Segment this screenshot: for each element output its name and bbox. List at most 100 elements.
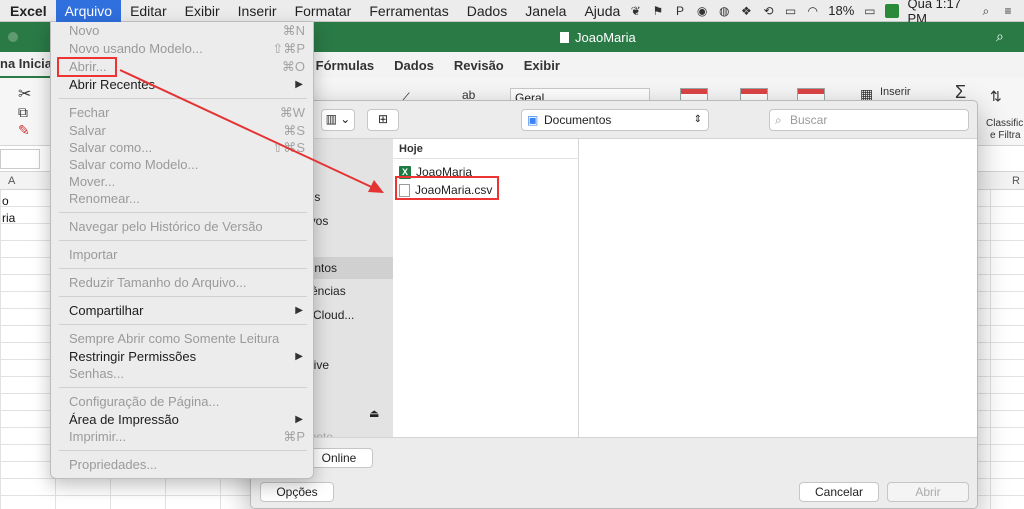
menu-item-label: Sempre Abrir como Somente Leitura	[69, 331, 280, 346]
menu-item-label: Navegar pelo Histórico de Versão	[69, 219, 263, 234]
insert-label[interactable]: Inserir	[880, 86, 911, 98]
menu-item-label: Salvar como Modelo...	[69, 157, 199, 172]
menu-item-fechar[interactable]: Fechar ⌘W	[51, 104, 315, 122]
menu-item-label: Restringir Permissões	[69, 349, 197, 364]
options-button[interactable]: Opções	[260, 482, 334, 502]
menu-separator	[59, 324, 307, 325]
format-painter-icon[interactable]: ✎	[18, 122, 30, 139]
menu-separator	[59, 98, 307, 99]
menu-item-mover[interactable]: Mover...	[51, 173, 315, 191]
open-button[interactable]: Abrir	[887, 482, 969, 502]
menu-item-salvar-modelo[interactable]: Salvar como Modelo...	[51, 156, 315, 174]
file-menu: Novo ⌘N Novo usando Modelo... ⇧⌘P Abrir...…	[50, 22, 314, 479]
creative-cloud-icon[interactable]: ◉	[696, 4, 709, 18]
shortcut: ⇧⌘S	[272, 140, 305, 155]
search-icon[interactable]: ⌕	[996, 28, 1014, 46]
menu-item-label: Novo usando Modelo...	[69, 41, 203, 56]
annotation-box-csv	[395, 176, 499, 200]
search-field-icon: ⌕	[775, 113, 782, 127]
menu-item-propriedades[interactable]: Propriedades...	[51, 456, 315, 474]
copy-icon[interactable]: ⧉	[18, 104, 28, 121]
tab-dados[interactable]: Dados	[384, 58, 444, 73]
battery-percent: 18%	[828, 3, 855, 18]
tab-revisao[interactable]: Revisão	[444, 58, 514, 73]
menu-item-novo-modelo[interactable]: Novo usando Modelo... ⇧⌘P	[51, 40, 315, 58]
menu-item-salvar-como[interactable]: Salvar como... ⇧⌘S	[51, 139, 315, 157]
menu-item-configuracao-pagina[interactable]: Configuração de Página...	[51, 393, 315, 411]
submenu-arrow-icon: ▶	[295, 351, 303, 362]
tab-formulas[interactable]: Fórmulas	[306, 58, 385, 73]
globe-icon[interactable]: ◍	[718, 4, 731, 18]
menu-separator	[59, 450, 307, 451]
close-window-icon[interactable]	[8, 32, 18, 42]
parking-icon[interactable]: P	[673, 4, 686, 18]
tab-exibir[interactable]: Exibir	[514, 58, 570, 73]
submenu-arrow-icon: ▶	[295, 414, 303, 425]
dialog-toolbar: ▥ ⌄ ⊞ Documentos ▣ ⇕ ⌕ Buscar	[251, 101, 977, 139]
cell-a1[interactable]: o	[2, 194, 9, 208]
wifi-icon[interactable]: ◠	[806, 4, 819, 18]
flag-brazil-icon[interactable]	[885, 3, 899, 18]
cancel-button[interactable]: Cancelar	[799, 482, 879, 502]
notification-center-icon[interactable]: ≡	[1001, 4, 1014, 18]
evernote-icon[interactable]: ❦	[629, 4, 642, 18]
eject-icon[interactable]: ⏏	[369, 407, 379, 420]
dropbox-icon[interactable]: ❖	[740, 4, 753, 18]
spotlight-icon[interactable]: ⌕	[979, 4, 992, 18]
menu-app-excel[interactable]: Excel	[0, 0, 56, 22]
menu-item-somente-leitura[interactable]: Sempre Abrir como Somente Leitura	[51, 330, 315, 348]
shortcut: ⇧⌘P	[272, 41, 305, 56]
menu-item-area-impressao[interactable]: Área de Impressão ▶	[51, 411, 315, 429]
menu-inserir[interactable]: Inserir	[229, 0, 286, 22]
file-group-header: Hoje	[393, 139, 579, 159]
menu-arquivo[interactable]: Arquivo	[55, 0, 122, 22]
menu-janela[interactable]: Janela	[516, 0, 575, 22]
airplay-icon[interactable]: ▭	[784, 4, 797, 18]
menu-item-historico[interactable]: Navegar pelo Histórico de Versão	[51, 218, 315, 236]
menu-item-label: Fechar	[69, 105, 110, 120]
name-box[interactable]	[0, 149, 40, 169]
menu-item-compartilhar[interactable]: Compartilhar ▶	[51, 302, 315, 320]
battery-icon[interactable]: ▭	[863, 4, 876, 18]
updown-chevron-icon: ⇕	[693, 114, 702, 125]
menu-ferramentas[interactable]: Ferramentas	[360, 0, 457, 22]
menu-editar[interactable]: Editar	[121, 0, 176, 22]
flag-icon[interactable]: ⚑	[651, 4, 664, 18]
cell-a2[interactable]: ria	[2, 211, 15, 225]
menu-ajuda[interactable]: Ajuda	[575, 0, 629, 22]
menu-item-importar[interactable]: Importar	[51, 246, 315, 264]
menu-item-label: Imprimir...	[69, 429, 127, 444]
online-button[interactable]: Online	[305, 448, 373, 468]
sync-icon[interactable]: ⟲	[762, 4, 775, 18]
menu-item-senhas[interactable]: Senhas...	[51, 365, 315, 383]
menu-item-salvar[interactable]: Salvar ⌘S	[51, 122, 315, 140]
menu-dados[interactable]: Dados	[458, 0, 516, 22]
location-select[interactable]: Documentos ▣ ⇕	[521, 109, 709, 131]
column-header-r[interactable]: R	[1012, 175, 1020, 187]
menu-item-renomear[interactable]: Renomear...	[51, 190, 315, 208]
submenu-arrow-icon: ▶	[295, 79, 303, 90]
menu-exibir[interactable]: Exibir	[176, 0, 229, 22]
menu-item-reduzir[interactable]: Reduzir Tamanho do Arquivo...	[51, 274, 315, 292]
menu-item-label: Área de Impressão	[69, 412, 179, 427]
menu-item-label: Salvar	[69, 123, 106, 138]
preview-pane	[579, 139, 977, 437]
cut-icon[interactable]: ✂	[18, 84, 31, 104]
shortcut: ⌘N	[282, 23, 305, 38]
menu-item-label: Propriedades...	[69, 457, 158, 472]
column-header-a[interactable]: A	[8, 175, 15, 187]
menu-separator	[59, 240, 307, 241]
menu-item-imprimir[interactable]: Imprimir... ⌘P	[51, 428, 315, 446]
view-mode-button[interactable]: ▥ ⌄	[321, 109, 355, 131]
menu-item-label: Reduzir Tamanho do Arquivo...	[69, 275, 247, 290]
location-label: Documentos	[544, 113, 612, 127]
sort-filter-icon[interactable]: ⇅	[990, 88, 1002, 105]
menu-item-novo[interactable]: Novo ⌘N	[51, 22, 315, 40]
search-field[interactable]: ⌕ Buscar	[769, 109, 969, 131]
menu-item-restringir[interactable]: Restringir Permissões ▶	[51, 348, 315, 366]
new-folder-button[interactable]: ⊞	[367, 109, 399, 131]
menu-item-label: Novo	[69, 23, 100, 38]
menu-formatar[interactable]: Formatar	[286, 0, 361, 22]
menu-separator	[59, 212, 307, 213]
menu-item-abrir-recentes[interactable]: Abrir Recentes ▶	[51, 76, 315, 94]
